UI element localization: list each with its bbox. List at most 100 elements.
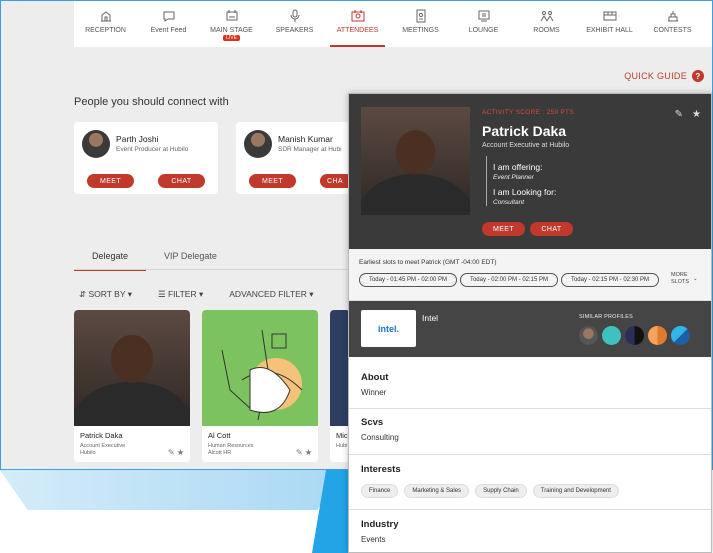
nav-item-rooms[interactable]: ROOMS [515,1,578,47]
star-icon[interactable]: ★ [692,109,701,120]
profile-header: ACTIVITY SCORE : 259 PTS Patrick Daka Ac… [349,94,711,249]
similar-profile-avatar[interactable] [625,326,644,345]
more-slots-label: MORE SLOTS [671,272,689,286]
nav-label: EXHIBIT HALL [586,27,633,34]
nav-item-meetings[interactable]: MEETINGS [389,1,452,47]
more-slots-line1: MORE [671,272,688,278]
lounge-icon [477,9,491,23]
filter-button[interactable]: ☰ FILTER ▾ [158,289,203,300]
nav-label: Event Feed [150,27,187,34]
nav-item-reception[interactable]: RECEPTION [74,1,137,47]
quick-guide-link[interactable]: QUICK GUIDE ? [624,70,704,82]
illustration-icon [221,329,303,421]
nav-item-speakers[interactable]: SPEAKERS [263,1,326,47]
nav-item-contests[interactable]: CONTESTS [641,1,704,47]
similar-profile-avatar[interactable] [671,326,690,345]
card-actions: ✎ ★ [296,448,312,457]
connect-card: Manish Kumar SDR Manager at Hubi MEET CH… [236,122,350,194]
nav-label: CONTESTS [653,27,692,34]
slot-option[interactable]: Today - 01:45 PM - 02:00 PM [359,273,457,287]
person-card[interactable]: Patrick Daka Account Executive Hubilo ✎ ★ [74,310,190,462]
interest-chip: Marketing & Sales [404,484,470,498]
tab-vip-delegate[interactable]: VIP Delegate [146,251,235,271]
more-slots-button[interactable]: MORE SLOTS ⌄ [671,272,698,286]
similar-profiles [579,326,690,345]
pencil-icon[interactable]: ✎ [296,448,303,457]
interest-chip: Training and Development [532,484,619,498]
industry-value: Events [361,535,386,544]
looking-value: Consultant [493,199,525,206]
feed-icon [162,9,176,23]
chat-button[interactable]: CHAT [158,174,205,188]
star-icon[interactable]: ★ [177,448,184,457]
nav-item-attendees[interactable]: ATTENDEES [326,1,389,47]
similar-profile-avatar[interactable] [602,326,621,345]
nav-label: SPEAKERS [275,27,314,34]
delegate-tabs: Delegate VIP Delegate [74,251,235,271]
person-role-text: Human Resources [208,443,254,449]
meetings-icon [414,9,428,23]
profile-name: Patrick Daka [482,123,567,139]
nav-label: ROOMS [533,27,560,34]
stage-icon [225,9,239,23]
nav-label: MAIN STAGE [210,27,253,34]
chat-button[interactable]: CHA [320,174,350,188]
activity-score: ACTIVITY SCORE : 259 PTS [482,109,574,116]
similar-profile-avatar[interactable] [648,326,667,345]
person-name: Al Cott [208,431,231,440]
person-company: Hubilo [80,450,96,456]
filter-bar: ⇵ SORT BY ▾ ☰ FILTER ▾ ADVANCED FILTER ▾ [79,289,314,300]
advanced-filter-button[interactable]: ADVANCED FILTER ▾ [229,289,313,300]
top-nav: RECEPTION Event Feed MAIN STAGE LIVE SPE… [74,1,712,47]
avatar [244,130,272,158]
company-logo: intel. [361,310,416,347]
tab-delegate[interactable]: Delegate [74,251,147,271]
pencil-icon[interactable]: ✎ [675,109,683,120]
card-actions: ✎ ★ [168,448,184,457]
slot-option[interactable]: Today - 02:00 PM - 02:15 PM [460,273,558,287]
offer-block: I am offering: Event Planner I am Lookin… [486,156,556,206]
quick-guide-label: QUICK GUIDE [624,71,687,81]
person-card[interactable]: Al Cott Human Resources Alcott HR ✎ ★ [202,310,318,462]
nav-label: ATTENDEES [336,27,379,34]
person-role-text: Account Executive [80,443,126,449]
company-logo-text: intel. [377,323,399,334]
profile-photo [361,107,470,215]
profile-role: Account Executive at Hubilo [482,142,570,149]
person-role: Human Resources Alcott HR [208,443,254,457]
connect-name: Parth Joshi [116,134,159,144]
live-badge: LIVE [223,35,240,41]
person-role: Hubi [336,443,347,450]
looking-label: I am Looking for: [493,187,557,197]
person-company: Hubi [336,443,348,449]
advanced-filter-label: ADVANCED FILTER [229,289,307,299]
nav-item-event-feed[interactable]: Event Feed [137,1,200,47]
similar-profile-avatar[interactable] [579,326,598,345]
chevron-down-icon: ⌄ [693,275,698,282]
star-icon[interactable]: ★ [305,448,312,457]
chat-button[interactable]: CHAT [530,222,573,236]
meet-button[interactable]: MEET [249,174,296,188]
interests-heading: Interests [361,464,401,475]
nav-label: LOUNGE [468,27,499,34]
scvs-heading: Scvs [361,417,384,428]
pencil-icon[interactable]: ✎ [168,448,175,457]
meet-button[interactable]: MEET [87,174,134,188]
nav-item-lounge[interactable]: LOUNGE [452,1,515,47]
connect-name: Manish Kumar [278,134,333,144]
sort-by-button[interactable]: ⇵ SORT BY ▾ [79,289,132,300]
meet-button[interactable]: MEET [482,222,525,236]
nav-item-main-stage[interactable]: MAIN STAGE LIVE [200,1,263,47]
scvs-section: Scvs Consulting [349,409,711,455]
exhibit-icon [603,9,617,23]
help-icon: ? [692,70,704,82]
more-slots-line2: SLOTS [671,279,690,285]
slot-option[interactable]: Today - 02:15 PM - 02:30 PM [561,273,659,287]
profile-actions: ✎ ★ [675,109,701,120]
nav-label: MEETINGS [402,27,439,34]
reception-icon [99,9,113,23]
person-card[interactable]: Mic Hubi [330,310,350,462]
person-name: Mic [336,431,348,440]
nav-item-exhibit-hall[interactable]: EXHIBIT HALL [578,1,641,47]
connect-role: Event Producer at Hubilo [116,146,189,153]
